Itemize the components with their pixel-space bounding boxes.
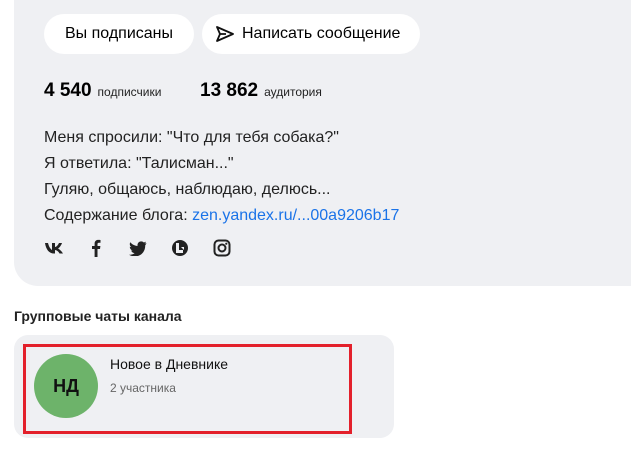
audience-label: аудитория: [264, 85, 322, 99]
subscribed-button[interactable]: Вы подписаны: [44, 14, 194, 54]
twitter-icon[interactable]: [128, 237, 148, 259]
blog-content-label: Содержание блога:: [44, 207, 193, 224]
chat-avatar: НД: [34, 354, 98, 418]
audience-stat: 13 862 аудитория: [200, 80, 322, 102]
bio-line: Гуляю, общаюсь, наблюдаю, делюсь...: [44, 181, 331, 198]
channel-description: Меня спросили: "Что для тебя собака?" Я …: [44, 125, 399, 229]
send-icon: [216, 26, 234, 42]
group-chats-title: Групповые чаты канала: [14, 308, 182, 324]
livejournal-icon[interactable]: [170, 237, 190, 259]
bio-line: Содержание блога: zen.yandex.ru/...00a92…: [44, 203, 399, 229]
chat-name[interactable]: Новое в Дневнике: [110, 356, 228, 372]
send-message-label: Написать сообщение: [242, 25, 401, 42]
subscribers-count: 4 540: [44, 80, 92, 101]
chat-members-count: 2 участника: [110, 381, 176, 395]
subscribers-label: подписчики: [97, 85, 162, 99]
bio-line: Меня спросили: "Что для тебя собака?": [44, 129, 339, 146]
blog-link[interactable]: zen.yandex.ru/...00a9206b17: [192, 207, 399, 224]
instagram-icon[interactable]: [212, 237, 232, 259]
vk-icon[interactable]: [44, 237, 64, 259]
subscribers-stat: 4 540 подписчики: [44, 80, 161, 102]
send-message-button[interactable]: Написать сообщение: [202, 14, 420, 54]
bio-line: Я ответила: "Талисман...": [44, 155, 234, 172]
audience-count: 13 862: [200, 80, 259, 101]
facebook-icon[interactable]: [86, 237, 106, 259]
